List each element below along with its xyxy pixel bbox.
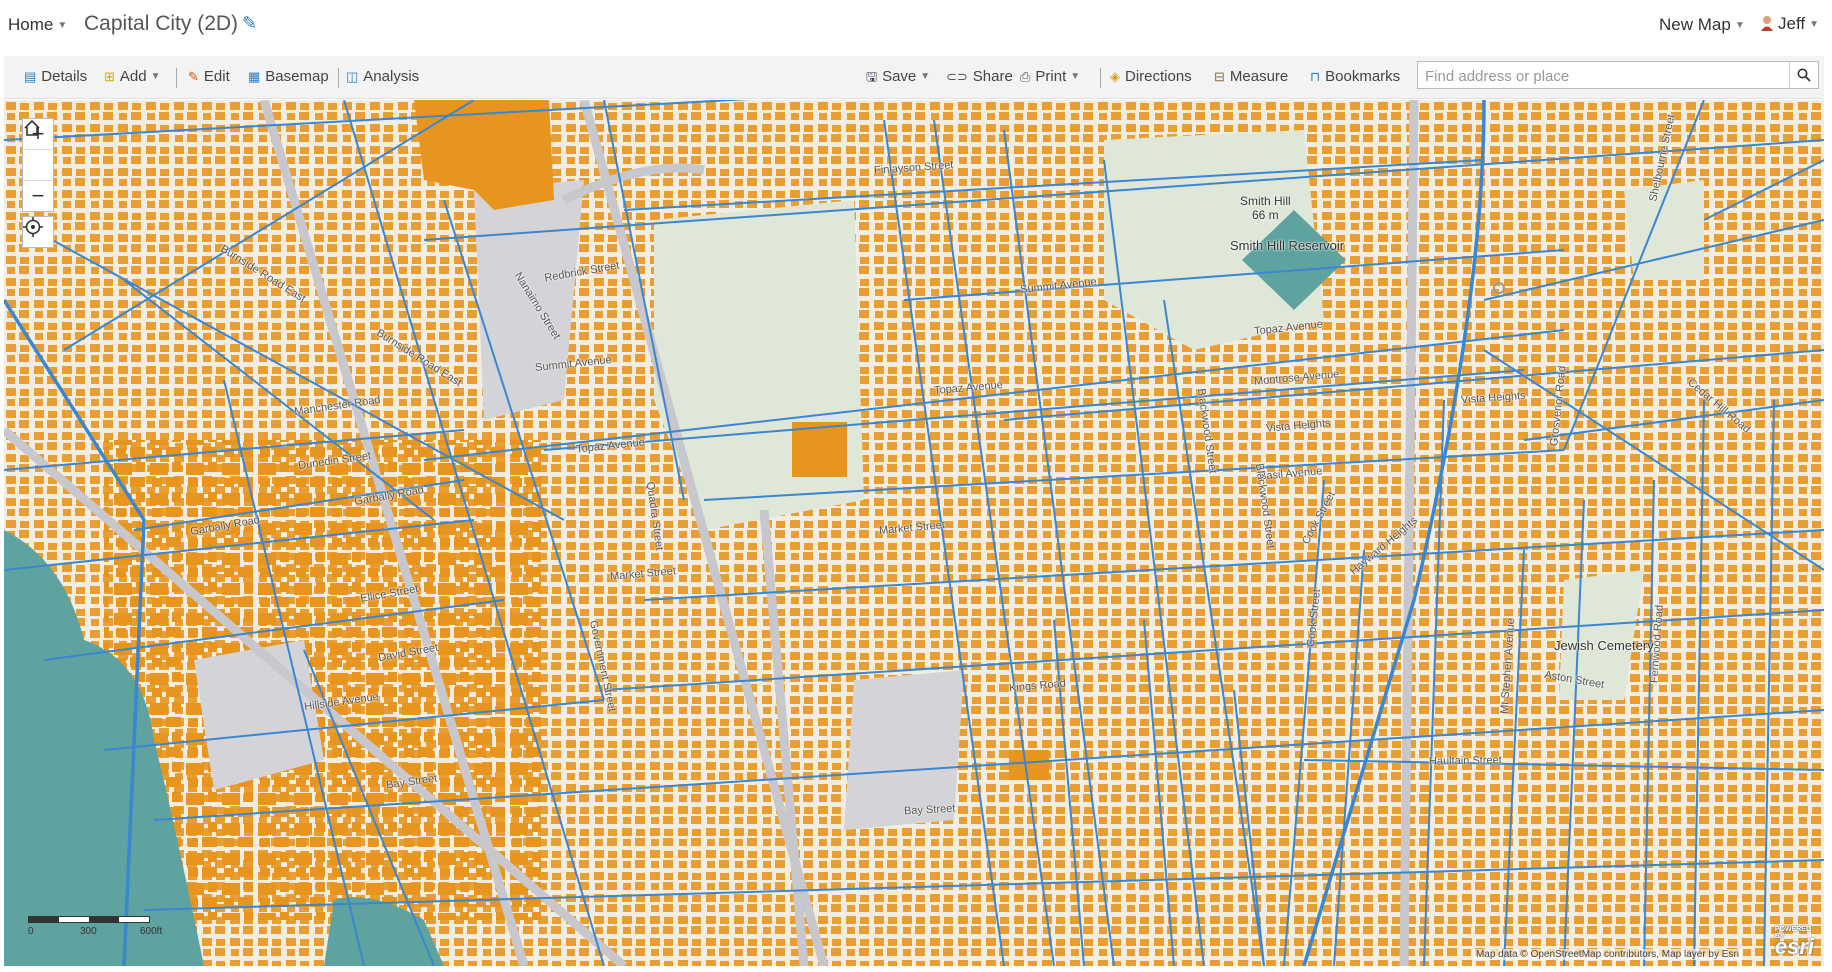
basemap-button[interactable]: ▦ Basemap: [248, 68, 329, 85]
cemetery-label: Jewish Cemetery: [1554, 638, 1654, 653]
search-button[interactable]: [1789, 62, 1818, 88]
locate-button[interactable]: [22, 216, 54, 248]
basemap-label: Basemap: [265, 68, 329, 85]
share-label: Share: [972, 68, 1013, 85]
smith-hill-elevation: 66 m: [1251, 208, 1279, 222]
chevron-down-icon: ▼: [1734, 20, 1745, 31]
home-extent-button[interactable]: [23, 119, 53, 181]
directions-label: Directions: [1125, 68, 1192, 85]
measure-button[interactable]: ⊟ Measure: [1214, 68, 1288, 85]
user-menu[interactable]: Jeff ▼: [1760, 14, 1819, 34]
new-map-menu[interactable]: New Map ▼: [1659, 15, 1745, 35]
pencil-icon: ✎: [188, 69, 199, 84]
bookmarks-button[interactable]: ⊓ Bookmarks: [1310, 68, 1400, 85]
toolbar-divider: [338, 68, 339, 88]
smith-hill-name: Smith Hill: [1240, 194, 1291, 208]
print-label: Print: [1035, 68, 1067, 85]
search-icon: [1797, 68, 1811, 82]
zoom-control: + −: [22, 118, 54, 212]
locate-icon: [23, 217, 43, 237]
basemap-icon: ▦: [248, 69, 261, 84]
chevron-down-icon: ▼: [1070, 71, 1081, 82]
street-label: Haultain Street: [1428, 754, 1502, 768]
esri-logo: POWERED BY esri: [1775, 926, 1814, 960]
reservoir-label: Smith Hill Reservoir: [1230, 238, 1345, 253]
save-label: Save: [882, 68, 917, 85]
print-button[interactable]: ⎙ Print ▼: [1020, 68, 1080, 85]
powered-by-label: POWERED BY: [1774, 926, 1812, 940]
home-menu[interactable]: Home ▼: [8, 15, 67, 35]
home-icon: [24, 119, 40, 136]
printer-icon: ⎙: [1020, 69, 1031, 84]
analysis-label: Analysis: [363, 68, 420, 85]
measure-icon: ⊟: [1214, 69, 1225, 84]
scale-bar: 0 300 600ft: [28, 916, 162, 937]
scale-zero: 0: [28, 926, 34, 937]
analysis-icon: ◫: [346, 69, 359, 84]
chevron-down-icon: ▼: [920, 71, 931, 82]
scale-max: 600ft: [140, 926, 163, 937]
search-box: [1417, 61, 1819, 90]
add-icon: ⊞: [104, 69, 115, 84]
search-input[interactable]: [1418, 62, 1787, 90]
scale-bar-graphic: [28, 916, 150, 923]
save-button[interactable]: 🖫 Save ▼: [866, 68, 930, 90]
smith-hill-label: Smith Hill 66 m: [1240, 194, 1291, 222]
map-view[interactable]: Smith Hill 66 m Smith Hill Reservoir Jewi…: [4, 100, 1824, 966]
bookmarks-label: Bookmarks: [1325, 68, 1401, 85]
details-button[interactable]: ▤ Details: [24, 68, 87, 85]
toolbar-divider: [1100, 68, 1101, 88]
directions-icon: ◈: [1110, 69, 1120, 84]
bookmark-icon: ⊓: [1310, 69, 1321, 84]
avatar-icon: [1761, 16, 1773, 31]
map-title: Capital City (2D): [84, 12, 239, 35]
zoom-out-button[interactable]: −: [23, 181, 53, 211]
chevron-down-icon: ▼: [57, 20, 68, 31]
new-map-label: New Map: [1659, 15, 1731, 34]
details-label: Details: [41, 68, 88, 85]
toolbar-divider: [176, 68, 177, 88]
share-button[interactable]: ⊂⊃ Share: [946, 68, 1013, 85]
map-attribution: Map data © OpenStreetMap contributors, M…: [1472, 949, 1742, 960]
edit-label: Edit: [203, 68, 230, 85]
map-toolbar: ▤ Details ⊞ Add ▼ ✎ Edit ▦ Basemap ◫ Analysis …: [4, 56, 1824, 99]
save-icon: 🖫: [866, 69, 878, 84]
details-icon: ▤: [24, 69, 37, 84]
link-icon: ⊂⊃: [946, 69, 968, 84]
user-name: Jeff: [1778, 14, 1806, 33]
chevron-down-icon: ▼: [150, 71, 161, 82]
add-button[interactable]: ⊞ Add ▼: [104, 68, 161, 85]
minus-icon: −: [31, 183, 45, 208]
app-header: Home ▼ Capital City (2D) ✎ New Map ▼ Jeff ▼: [0, 0, 1832, 52]
measure-label: Measure: [1229, 68, 1289, 85]
home-label: Home: [8, 15, 54, 34]
directions-button[interactable]: ◈ Directions: [1110, 68, 1192, 85]
edit-title-icon[interactable]: ✎: [242, 13, 257, 34]
analysis-button[interactable]: ◫ Analysis: [346, 68, 419, 85]
scale-mid: 300: [80, 926, 97, 937]
add-label: Add: [119, 68, 147, 85]
chevron-down-icon: ▼: [1809, 19, 1819, 30]
edit-button[interactable]: ✎ Edit: [188, 68, 230, 85]
